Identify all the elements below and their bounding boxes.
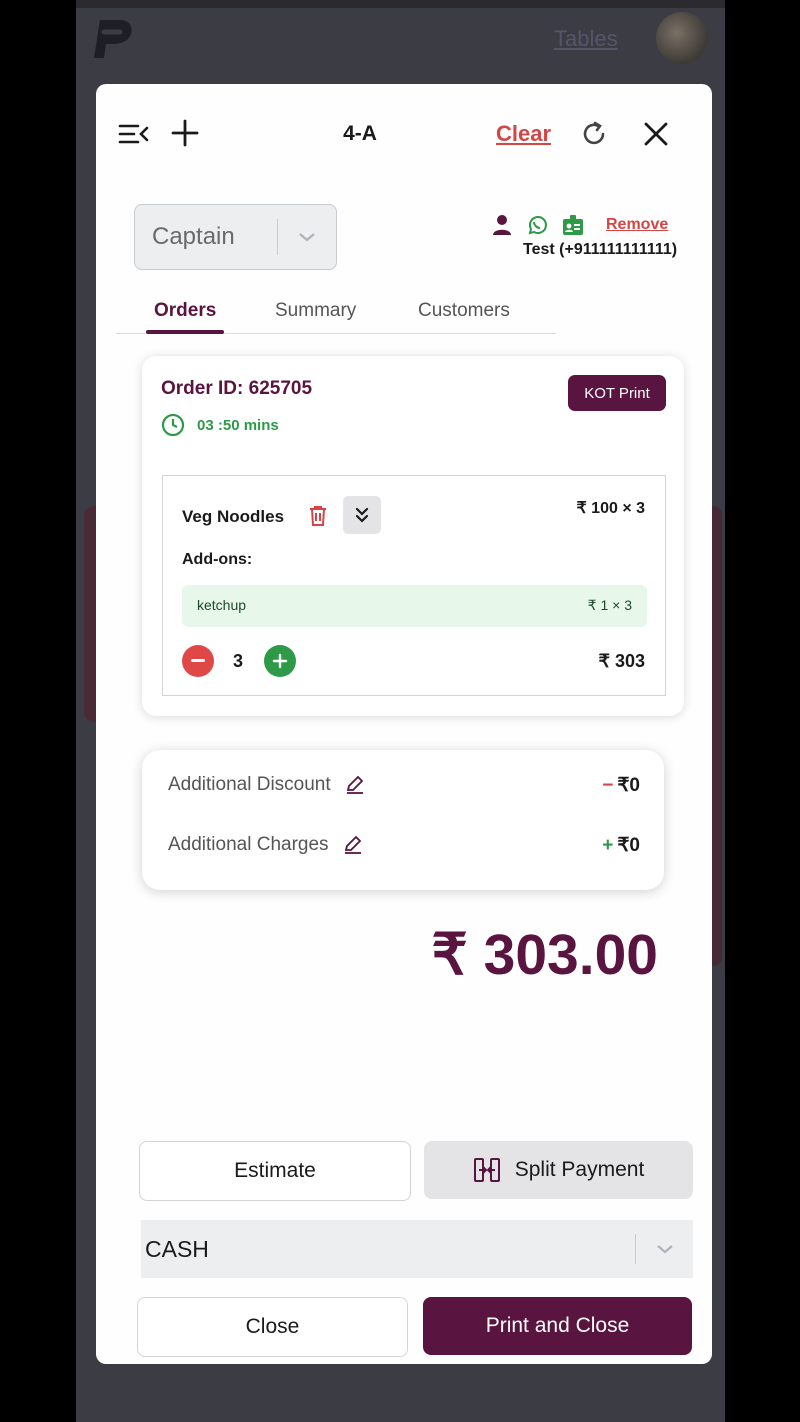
adjustments-card: Additional Discount − ₹0 Additional Charg… bbox=[142, 750, 664, 890]
avatar[interactable] bbox=[656, 12, 708, 64]
order-modal: 4-A Clear Captain Remove Test (+91111111… bbox=[96, 84, 712, 1364]
whatsapp-icon[interactable] bbox=[526, 214, 548, 236]
brand-logo-icon bbox=[94, 20, 132, 58]
grand-total: ₹ 303.00 bbox=[431, 923, 658, 987]
charges-row: Additional Charges + ₹0 bbox=[168, 830, 640, 860]
split-icon bbox=[473, 1158, 500, 1182]
addon-price: ₹ 1 × 3 bbox=[587, 597, 632, 613]
payment-method-select[interactable]: CASH bbox=[141, 1220, 693, 1278]
charges-value: + ₹0 bbox=[602, 834, 640, 856]
status-bar bbox=[76, 0, 725, 8]
captain-select[interactable]: Captain bbox=[134, 204, 337, 270]
captain-select-value: Captain bbox=[152, 223, 235, 250]
edit-charges-icon[interactable] bbox=[343, 835, 363, 855]
tab-summary[interactable]: Summary bbox=[275, 300, 356, 322]
id-card-icon[interactable] bbox=[562, 214, 584, 236]
expand-item-button[interactable] bbox=[343, 496, 381, 534]
order-timer: 03 :50 mins bbox=[161, 413, 279, 437]
remove-customer-link[interactable]: Remove bbox=[606, 216, 668, 234]
customer-actions bbox=[492, 214, 584, 236]
trash-icon[interactable] bbox=[308, 505, 328, 527]
estimate-button[interactable]: Estimate bbox=[139, 1141, 411, 1201]
edit-discount-icon[interactable] bbox=[345, 775, 365, 795]
discount-row: Additional Discount − ₹0 bbox=[168, 770, 640, 800]
customer-name: Test (+911111111111) bbox=[523, 241, 678, 258]
discount-value: − ₹0 bbox=[602, 774, 640, 796]
discount-label: Additional Discount bbox=[168, 774, 331, 795]
charges-label: Additional Charges bbox=[168, 834, 329, 855]
order-item: Veg Noodles ₹ 100 × 3 Add-ons: ketchup ₹… bbox=[162, 475, 666, 696]
chevron-down-icon bbox=[636, 1243, 693, 1255]
decrease-quantity-button[interactable] bbox=[182, 645, 214, 677]
payment-method-value: CASH bbox=[145, 1235, 209, 1262]
kot-print-button[interactable]: KOT Print bbox=[568, 375, 666, 411]
close-button[interactable]: Close bbox=[137, 1297, 408, 1357]
close-icon[interactable] bbox=[642, 120, 670, 148]
tab-customers[interactable]: Customers bbox=[418, 300, 510, 322]
chevron-down-icon bbox=[278, 231, 336, 243]
collapse-menu-icon[interactable] bbox=[118, 120, 150, 148]
double-chevron-down-icon bbox=[355, 507, 369, 523]
clear-button[interactable]: Clear bbox=[496, 121, 551, 147]
item-total: ₹ 303 bbox=[598, 651, 646, 671]
active-tab-indicator bbox=[146, 330, 224, 334]
minus-icon bbox=[191, 659, 205, 662]
tab-orders[interactable]: Orders bbox=[154, 300, 216, 322]
item-unit-price: ₹ 100 × 3 bbox=[576, 500, 645, 517]
split-payment-label: Split Payment bbox=[514, 1158, 645, 1181]
item-name: Veg Noodles bbox=[182, 507, 285, 526]
addon-row: ketchup ₹ 1 × 3 bbox=[182, 585, 647, 627]
addons-label: Add-ons: bbox=[182, 551, 253, 568]
table-title: 4-A bbox=[343, 122, 377, 145]
addon-name: ketchup bbox=[197, 597, 247, 613]
tab-bar: Orders Summary Customers bbox=[116, 296, 556, 334]
split-payment-button[interactable]: Split Payment bbox=[424, 1141, 693, 1199]
order-card: Order ID: 625705 03 :50 mins KOT Print V… bbox=[142, 356, 684, 716]
timer-text: 03 :50 mins bbox=[197, 416, 279, 434]
add-icon[interactable] bbox=[170, 118, 200, 148]
user-icon[interactable] bbox=[492, 214, 512, 236]
increase-quantity-button[interactable] bbox=[264, 645, 296, 677]
refresh-icon[interactable] bbox=[580, 120, 608, 148]
tables-link[interactable]: Tables bbox=[554, 26, 618, 52]
plus-icon bbox=[272, 653, 288, 669]
quantity-value: 3 bbox=[233, 651, 244, 671]
print-and-close-button[interactable]: Print and Close bbox=[423, 1297, 692, 1355]
clock-icon bbox=[161, 413, 185, 437]
order-id: Order ID: 625705 bbox=[161, 378, 313, 399]
